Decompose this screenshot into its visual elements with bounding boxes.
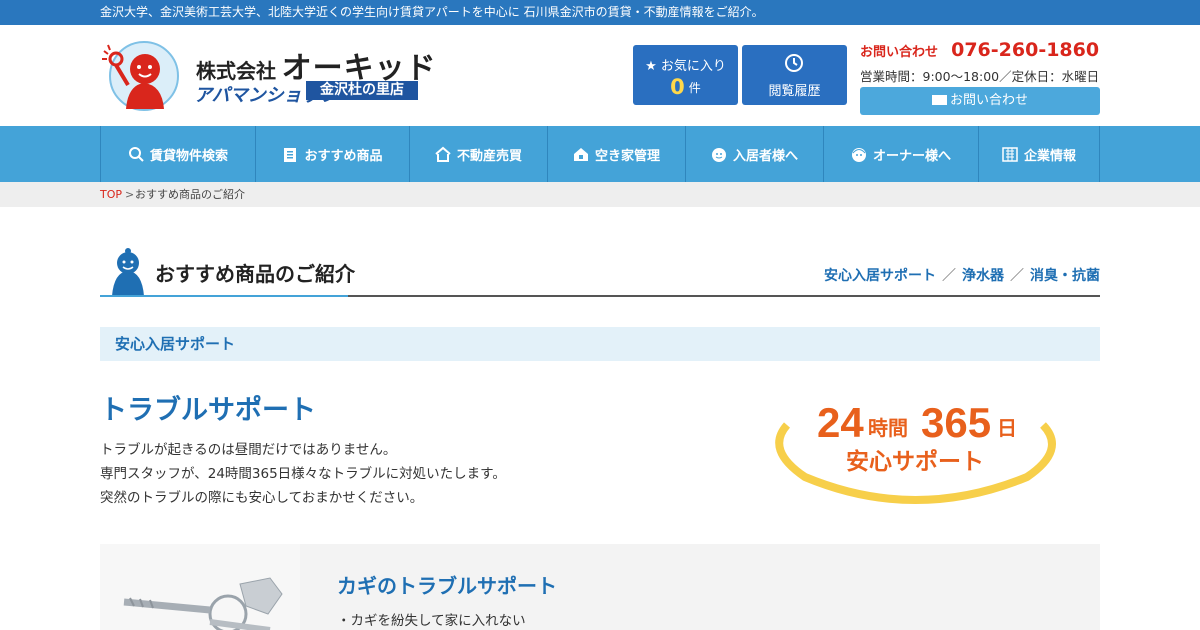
favorites-label: お気に入り <box>660 59 726 74</box>
page-heading: おすすめ商品のご紹介 安心入居サポート ／ 浄水器 ／ 消臭・抗菌 <box>100 240 1100 298</box>
site-header: 株式会社 オーキッド アパマンショップ 金沢杜の里店 ★ お気に入り 0件 閲覧… <box>0 25 1200 126</box>
company-prefix: 株式会社 <box>196 59 276 83</box>
nav-item-rental-search[interactable]: 賃貸物件検索 <box>100 126 255 182</box>
star-icon: ★ <box>645 59 657 74</box>
house-icon <box>435 146 451 162</box>
contact-label: お問い合わせ <box>860 45 939 60</box>
resident-face-icon <box>711 148 726 162</box>
nav-item-real-estate-sales[interactable]: 不動産売買 <box>409 126 547 182</box>
breadcrumb-separator: > <box>125 188 135 201</box>
section-subheading: 安心入居サポート <box>100 327 1100 361</box>
phone-number[interactable]: 076-260-1860 <box>951 39 1099 61</box>
top-info-bar: 金沢大学、金沢美術工芸大学、北陸大学近くの学生向け賃貸アパートを中心に 石川県金… <box>0 0 1200 25</box>
nav-label: 賃貸物件検索 <box>149 148 228 164</box>
anchor-link-deodorize[interactable]: 消臭・抗菌 <box>1030 268 1100 284</box>
business-hours: 営業時間：9:00〜18:00／定休日：水曜日 <box>860 69 1100 84</box>
support-24-365-badge: 24 時間 365 日 安心サポート <box>775 399 1056 504</box>
description-line: 専門スタッフが、24時間365日様々なトラブルに対処いたします。 <box>100 466 506 482</box>
trouble-support-title: トラブルサポート <box>100 395 316 426</box>
site-description: 金沢大学、金沢美術工芸大学、北陸大学近くの学生向け賃貸アパートを中心に 石川県金… <box>100 5 764 19</box>
nav-item-recommended[interactable]: おすすめ商品 <box>255 126 409 182</box>
clock-icon <box>785 54 803 72</box>
nav-label: 不動産売買 <box>456 148 522 164</box>
description-line: トラブルが起きるのは昼間だけではありません。 <box>100 442 397 458</box>
favorites-button[interactable]: ★ お気に入り 0件 <box>633 45 738 105</box>
nav-item-vacant-house[interactable]: 空き家管理 <box>547 126 685 182</box>
card-title: カギのトラブルサポート <box>337 574 557 598</box>
key-trouble-card: カギのトラブルサポート ・カギを紛失して家に入れない <box>100 544 1100 630</box>
contact-heading: お問い合わせ 076-260-1860 <box>860 39 1099 61</box>
keys-photo <box>100 544 300 630</box>
nav-item-residents[interactable]: 入居者様へ <box>685 126 823 182</box>
description-line: 突然のトラブルの際にも安心しておまかせください。 <box>100 490 424 506</box>
history-button[interactable]: 閲覧履歴 <box>742 45 847 105</box>
badge-hours-unit: 時間 <box>868 416 908 440</box>
nav-label: オーナー様へ <box>872 148 951 164</box>
anchor-link-water-purifier[interactable]: 浄水器 <box>962 268 1004 284</box>
nav-label: おすすめ商品 <box>304 148 383 164</box>
anchor-links: 安心入居サポート ／ 浄水器 ／ 消臭・抗菌 <box>824 265 1100 285</box>
favorites-count-row: 0件 <box>633 75 738 99</box>
anchor-link-move-in-support[interactable]: 安心入居サポート <box>824 268 936 284</box>
breadcrumb-top-link[interactable]: TOP <box>100 182 122 207</box>
anchor-separator: ／ <box>1010 268 1024 284</box>
card-list-item: ・カギを紛失して家に入れない <box>337 613 526 629</box>
owner-face-icon <box>851 148 866 162</box>
history-label: 閲覧履歴 <box>768 84 821 99</box>
breadcrumb: TOP > おすすめ商品のご紹介 <box>0 182 1200 207</box>
nav-label: 空き家管理 <box>594 148 660 164</box>
mascot-icon <box>112 248 144 296</box>
branch-name: 金沢杜の里店 <box>306 81 418 100</box>
badge-hours-number: 24 <box>817 399 864 446</box>
page-title: おすすめ商品のご紹介 <box>155 262 355 286</box>
contact-button-label: お問い合わせ <box>949 93 1028 108</box>
badge-days-number: 365 <box>921 399 991 446</box>
favorites-label-row: ★ お気に入り <box>633 55 738 74</box>
badge-caption: 安心サポート <box>846 448 984 475</box>
heading-accent-rule <box>100 295 348 297</box>
nav-label: 企業情報 <box>1023 148 1076 164</box>
nav-item-company-info[interactable]: 企業情報 <box>978 126 1100 182</box>
badge-days-unit: 日 <box>997 416 1017 440</box>
nav-label: 入居者様へ <box>732 148 798 164</box>
building-icon <box>1002 147 1018 162</box>
search-icon <box>128 147 144 162</box>
contact-button[interactable]: お問い合わせ <box>860 87 1100 115</box>
favorites-unit: 件 <box>688 81 701 95</box>
mascot-logo-icon[interactable] <box>100 41 180 111</box>
favorites-count: 0 <box>670 75 685 99</box>
anchor-separator: ／ <box>942 268 956 284</box>
breadcrumb-current: おすすめ商品のご紹介 <box>135 188 245 201</box>
nav-item-owners[interactable]: オーナー様へ <box>823 126 978 182</box>
home-lock-icon <box>573 148 588 161</box>
global-nav: 賃貸物件検索 おすすめ商品 不動産売買 空き家管理 入居者様へ オーナー様へ 企… <box>0 126 1200 182</box>
envelope-icon <box>931 95 947 105</box>
clipboard-icon <box>284 148 297 162</box>
trouble-support-description: トラブルが起きるのは昼間だけではありません。 専門スタッフが、24時間365日様… <box>100 438 506 510</box>
